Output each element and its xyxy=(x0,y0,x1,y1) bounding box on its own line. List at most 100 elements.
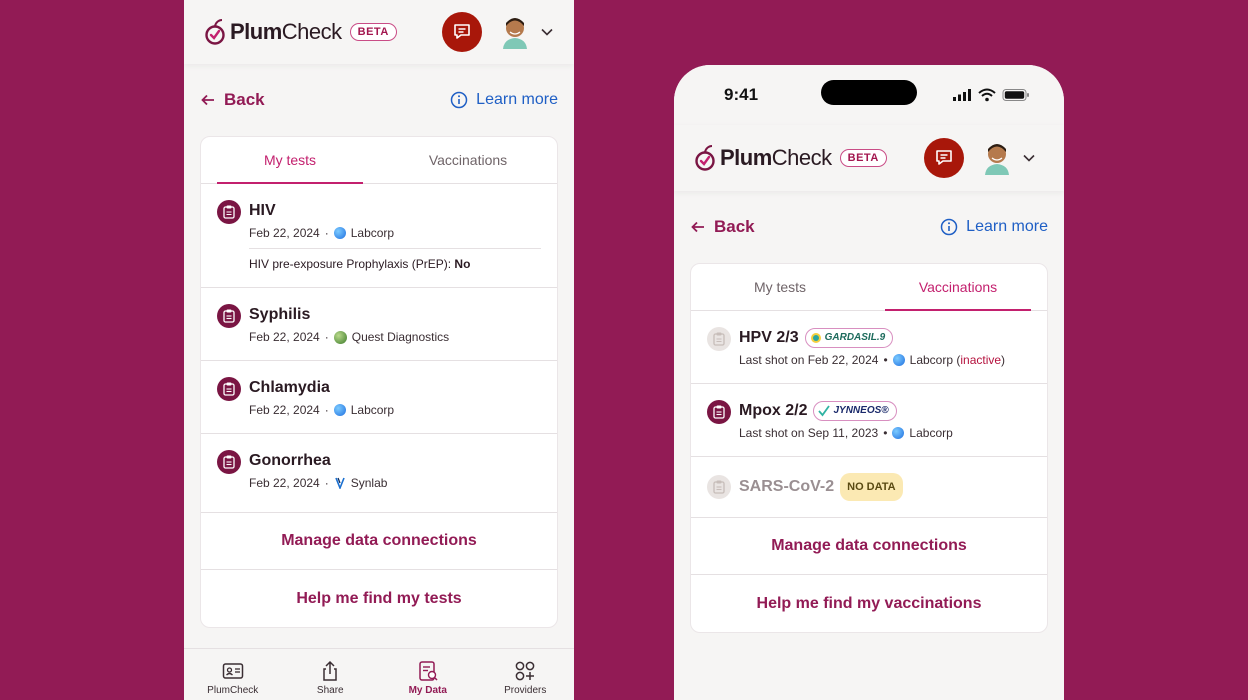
vaccine-row-hpv[interactable]: HPV 2/3 GARDASIL.9 Last shot on Feb 22, … xyxy=(691,311,1047,384)
arrow-left-icon xyxy=(691,221,704,233)
quest-logo-icon xyxy=(333,330,347,344)
bottom-nav-providers[interactable]: Providers xyxy=(477,649,575,700)
prep-status: HIV pre-exposure Prophylaxis (PrEP): No xyxy=(249,257,471,271)
learn-more-link[interactable]: Learn more xyxy=(450,91,558,109)
plumcheck-logo[interactable]: PlumCheck BETA xyxy=(204,18,397,46)
learn-more-link[interactable]: Learn more xyxy=(940,218,1048,236)
app-header: PlumCheck BETA xyxy=(674,125,1064,191)
test-title: Chlamydia xyxy=(249,379,330,396)
clipboard-icon xyxy=(217,304,241,328)
signal-icon xyxy=(953,89,971,101)
bottom-nav-label: Share xyxy=(316,685,344,696)
app-header: PlumCheck BETA xyxy=(184,0,574,64)
test-row-gonorrhea[interactable]: Gonorrhea Feb 22, 2024 · Synlab xyxy=(201,434,557,513)
test-meta: Feb 22, 2024 · Labcorp xyxy=(249,226,395,240)
back-button[interactable]: Back xyxy=(200,90,265,110)
test-row-syphilis[interactable]: Syphilis Feb 22, 2024 · Quest Diagnostic… xyxy=(201,288,557,361)
vaccine-row-mpox[interactable]: Mpox 2/2 JYNNEOS® Last shot on Sep 11, 2… xyxy=(691,384,1047,457)
vaccine-title: Mpox 2/2 JYNNEOS® xyxy=(739,400,1031,422)
chevron-down-icon xyxy=(1023,154,1035,162)
learn-more-label: Learn more xyxy=(966,218,1048,235)
help-find-tests-button[interactable]: Help me find my tests xyxy=(201,570,557,627)
bottom-nav-my-data[interactable]: My Data xyxy=(379,649,477,700)
test-date: Feb 22, 2024 xyxy=(249,226,320,240)
test-row-hiv[interactable]: HIV Feb 22, 2024 · Labcorp HIV pre-expos… xyxy=(201,184,557,288)
chat-icon xyxy=(936,150,952,165)
test-title: Gonorrhea xyxy=(249,452,331,469)
grid-plus-icon xyxy=(515,661,535,681)
labcorp-logo-icon xyxy=(892,427,905,439)
vaccine-meta: Last shot on Sep 11, 2023 • Labcorp xyxy=(739,426,953,440)
account-menu[interactable] xyxy=(500,15,554,49)
test-meta: Feb 22, 2024 · Quest Diagnostics xyxy=(249,330,450,344)
plum-logo-icon xyxy=(695,145,715,171)
clipboard-icon xyxy=(217,450,241,474)
tab-vaccinations[interactable]: Vaccinations xyxy=(379,137,557,183)
info-icon xyxy=(940,218,958,236)
labcorp-logo-icon xyxy=(333,404,346,416)
status-time: 9:41 xyxy=(724,85,759,104)
no-data-badge: NO DATA xyxy=(840,473,903,501)
account-menu[interactable] xyxy=(982,141,1036,175)
data-icon xyxy=(419,661,438,681)
vaccine-row-sars-cov-2[interactable]: SARS-CoV-2 NO DATA xyxy=(691,457,1047,518)
bottom-nav-label: My Data xyxy=(408,685,447,696)
wifi-icon xyxy=(978,88,996,102)
clipboard-icon xyxy=(217,377,241,401)
bottom-nav-share[interactable]: Share xyxy=(282,649,380,700)
back-label: Back xyxy=(714,217,755,236)
plumcheck-logo[interactable]: PlumCheck BETA xyxy=(694,144,887,172)
vaccinations-card: My tests Vaccinations HPV 2/3 GARDASIL.9… xyxy=(690,263,1048,633)
avatar xyxy=(503,18,527,49)
synlab-logo-icon xyxy=(334,477,345,489)
test-meta: Feb 22, 2024 · Labcorp xyxy=(249,403,395,417)
tab-vaccinations[interactable]: Vaccinations xyxy=(869,264,1047,311)
clipboard-icon xyxy=(707,327,731,351)
chat-button[interactable] xyxy=(924,138,964,178)
beta-badge: BETA xyxy=(349,23,397,41)
bottom-nav-label: PlumCheck xyxy=(207,685,259,696)
back-button[interactable]: Back xyxy=(690,217,755,237)
arrow-left-icon xyxy=(201,94,214,106)
clipboard-icon xyxy=(707,475,731,499)
test-date: Feb 22, 2024 xyxy=(249,476,320,490)
nav-row: Back Learn more xyxy=(184,64,574,136)
labcorp-logo-icon xyxy=(892,354,905,366)
tests-card: My tests Vaccinations HIV Feb 22, 2024 ·… xyxy=(200,136,558,628)
vaccine-meta: Last shot on Feb 22, 2024 • Labcorp (ina… xyxy=(739,353,1006,367)
tab-my-tests[interactable]: My tests xyxy=(691,264,869,310)
chevron-down-icon xyxy=(541,28,553,36)
manage-data-connections-button[interactable]: Manage data connections xyxy=(691,518,1047,575)
vaccine-title: SARS-CoV-2 NO DATA xyxy=(739,473,1031,501)
jynneos-brand-badge: JYNNEOS® xyxy=(813,401,897,421)
id-card-icon xyxy=(222,663,243,679)
clipboard-icon xyxy=(707,400,731,424)
tabs: My tests Vaccinations xyxy=(691,264,1047,311)
avatar xyxy=(985,144,1009,175)
bottom-nav-plumcheck[interactable]: PlumCheck xyxy=(184,649,282,700)
manage-data-connections-button[interactable]: Manage data connections xyxy=(201,513,557,570)
back-label: Back xyxy=(224,90,265,109)
labcorp-logo-icon xyxy=(333,227,346,239)
test-row-chlamydia[interactable]: Chlamydia Feb 22, 2024 · Labcorp xyxy=(201,361,557,434)
chat-button[interactable] xyxy=(442,12,482,52)
bottom-nav: PlumCheck Share My Data Providers xyxy=(184,648,574,700)
tabs: My tests Vaccinations xyxy=(201,137,557,184)
help-find-vaccinations-button[interactable]: Help me find my vaccinations xyxy=(691,575,1047,632)
learn-more-label: Learn more xyxy=(476,91,558,108)
nav-row: Back Learn more xyxy=(674,191,1064,263)
test-title: HIV xyxy=(249,202,276,219)
left-screen: PlumCheck BETA Back Learn more My tests … xyxy=(184,0,574,700)
info-icon xyxy=(450,91,468,109)
gardasil-brand-badge: GARDASIL.9 xyxy=(804,328,894,348)
tab-my-tests[interactable]: My tests xyxy=(201,137,379,184)
phone-screen: 9:41 PlumCheck BETA Back Learn more My t… xyxy=(674,65,1064,700)
lab-name: Labcorp xyxy=(350,403,395,417)
gardasil-logo-icon xyxy=(810,333,821,343)
jynneos-logo-icon xyxy=(818,405,831,417)
clipboard-icon xyxy=(217,200,241,224)
logo-text: PlumCheck xyxy=(230,19,342,44)
lab-name: Synlab xyxy=(350,476,388,490)
vaccine-title: HPV 2/3 GARDASIL.9 xyxy=(739,327,1031,349)
status-bar: 9:41 xyxy=(674,65,1064,125)
